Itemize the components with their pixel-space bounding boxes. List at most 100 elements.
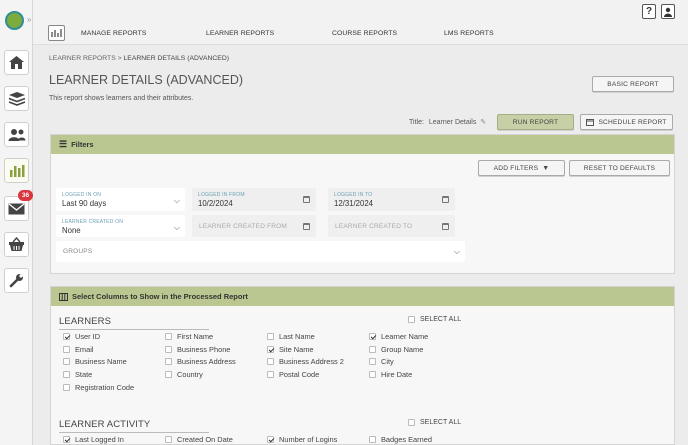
column-option[interactable]: State: [63, 370, 92, 379]
column-checkbox[interactable]: [63, 383, 70, 391]
column-checkbox[interactable]: [63, 371, 70, 379]
column-option[interactable]: Last Name: [267, 332, 315, 341]
column-checkbox[interactable]: [165, 436, 172, 443]
sidebar-courses-button[interactable]: [4, 86, 29, 111]
app-logo[interactable]: [5, 11, 24, 30]
add-filters-button[interactable]: ADD FILTERS ▼: [478, 160, 565, 176]
run-report-button[interactable]: RUN REPORT: [497, 114, 574, 130]
message-count-badge: 36: [18, 190, 33, 201]
nav-lms-reports[interactable]: LMS REPORTS: [444, 30, 494, 37]
column-option-label: Badges Earned: [381, 435, 432, 444]
learners-select-all[interactable]: SELECT ALL: [408, 316, 461, 323]
caret-down-icon: ▼: [542, 164, 550, 172]
reports-home-icon[interactable]: [48, 25, 65, 41]
column-checkbox[interactable]: [369, 371, 376, 379]
column-option[interactable]: Site Name: [267, 345, 314, 354]
breadcrumb-learner-reports[interactable]: LEARNER REPORTS: [49, 55, 116, 62]
help-button[interactable]: ?: [642, 4, 656, 19]
column-checkbox[interactable]: [369, 436, 376, 443]
calendar-icon[interactable]: [442, 223, 449, 230]
nav-learner-reports[interactable]: LEARNER REPORTS: [206, 30, 274, 37]
top-nav-bar: MANAGE REPORTS LEARNER REPORTS COURSE RE…: [33, 0, 688, 45]
sidebar-store-button[interactable]: [4, 232, 29, 257]
column-option[interactable]: City: [369, 357, 394, 366]
sidebar-home-button[interactable]: [4, 50, 29, 75]
column-option[interactable]: Business Phone: [165, 345, 230, 354]
column-option[interactable]: Learner Name: [369, 332, 428, 341]
report-title-label: Title:: [409, 119, 424, 126]
select-all-checkbox[interactable]: [408, 316, 415, 323]
nav-manage-reports[interactable]: MANAGE REPORTS: [81, 30, 146, 37]
column-option[interactable]: Registration Code: [63, 383, 134, 392]
filters-panel: ☰ Filters ADD FILTERS ▼ RESET TO DEFAULT…: [50, 134, 675, 274]
column-checkbox[interactable]: [63, 436, 70, 443]
select-all-label: SELECT ALL: [420, 316, 462, 323]
column-option[interactable]: Group Name: [369, 345, 423, 354]
sidebar-tools-button[interactable]: [4, 268, 29, 293]
basic-report-button[interactable]: BASIC REPORT: [592, 76, 674, 92]
column-checkbox[interactable]: [267, 371, 274, 379]
expand-sidebar-icon[interactable]: »: [27, 15, 31, 24]
column-option[interactable]: Business Address 2: [267, 357, 344, 366]
logged-in-on-select[interactable]: LOGGED IN ON Last 90 days ⌵: [56, 188, 185, 211]
column-option[interactable]: Number of Logins: [267, 435, 337, 444]
column-option[interactable]: Created On Date: [165, 435, 233, 444]
column-checkbox[interactable]: [369, 333, 376, 340]
column-checkbox[interactable]: [165, 333, 172, 340]
store-icon: [9, 237, 24, 251]
column-checkbox[interactable]: [267, 358, 274, 366]
column-checkbox[interactable]: [165, 358, 172, 366]
schedule-report-button[interactable]: SCHEDULE REPORT: [580, 114, 673, 130]
reset-to-defaults-button[interactable]: RESET TO DEFAULTS: [569, 160, 670, 176]
filters-header[interactable]: ☰ Filters: [51, 135, 674, 154]
column-checkbox[interactable]: [267, 333, 274, 340]
activity-select-all[interactable]: SELECT ALL: [408, 419, 461, 426]
column-checkbox[interactable]: [165, 371, 172, 379]
column-option[interactable]: Email: [63, 345, 93, 354]
select-all-checkbox[interactable]: [408, 419, 415, 426]
column-checkbox[interactable]: [369, 358, 376, 366]
bar-chart-icon: [51, 29, 62, 37]
learner-created-on-select[interactable]: LEARNER CREATED ON None ⌵: [56, 215, 185, 237]
column-option[interactable]: Business Name: [63, 357, 127, 366]
groups-select[interactable]: GROUPS ⌵: [56, 241, 465, 262]
column-checkbox[interactable]: [267, 345, 274, 353]
report-title-field[interactable]: Title: Learner Details ✎: [409, 118, 486, 126]
column-checkbox[interactable]: [369, 345, 376, 353]
column-checkbox[interactable]: [267, 436, 274, 443]
learner-created-from-input[interactable]: LEARNER CREATED FROM: [192, 215, 316, 237]
column-option[interactable]: Postal Code: [267, 370, 319, 379]
columns-icon: [59, 292, 68, 301]
column-checkbox[interactable]: [63, 358, 70, 366]
sidebar-reports-button[interactable]: [4, 158, 29, 183]
pencil-icon[interactable]: ✎: [480, 119, 486, 126]
learners-section-title: LEARNERS: [59, 316, 112, 327]
filter-lines-icon: ☰: [59, 139, 68, 149]
columns-header[interactable]: Select Columns to Show in the Processed …: [51, 287, 674, 306]
left-sidebar: » 36: [0, 0, 33, 445]
learner-created-to-input[interactable]: LEARNER CREATED TO: [328, 215, 455, 237]
column-option[interactable]: Badges Earned: [369, 435, 432, 444]
column-option[interactable]: Last Logged In: [63, 435, 124, 444]
calendar-icon[interactable]: [303, 223, 310, 230]
logged-in-to-input[interactable]: LOGGED IN TO 12/31/2024: [328, 188, 455, 211]
activity-section-divider: [59, 432, 209, 433]
column-checkbox[interactable]: [63, 345, 70, 353]
logged-in-to-label: LOGGED IN TO: [334, 192, 373, 198]
column-option[interactable]: Business Address: [165, 357, 236, 366]
column-option[interactable]: Country: [165, 370, 203, 379]
logged-in-from-input[interactable]: LOGGED IN FROM 10/2/2024: [192, 188, 316, 211]
column-checkbox[interactable]: [165, 345, 172, 353]
user-profile-button[interactable]: [661, 4, 675, 19]
sidebar-users-button[interactable]: [4, 122, 29, 147]
calendar-icon[interactable]: [303, 196, 310, 203]
column-checkbox[interactable]: [63, 333, 70, 340]
column-option-label: Country: [177, 370, 203, 380]
column-option[interactable]: First Name: [165, 332, 213, 341]
column-option[interactable]: User ID: [63, 332, 100, 341]
calendar-icon: [586, 119, 595, 126]
column-option[interactable]: Hire Date: [369, 370, 412, 379]
calendar-icon[interactable]: [442, 196, 449, 203]
nav-course-reports[interactable]: COURSE REPORTS: [332, 30, 397, 37]
columns-panel: Select Columns to Show in the Processed …: [50, 286, 675, 445]
